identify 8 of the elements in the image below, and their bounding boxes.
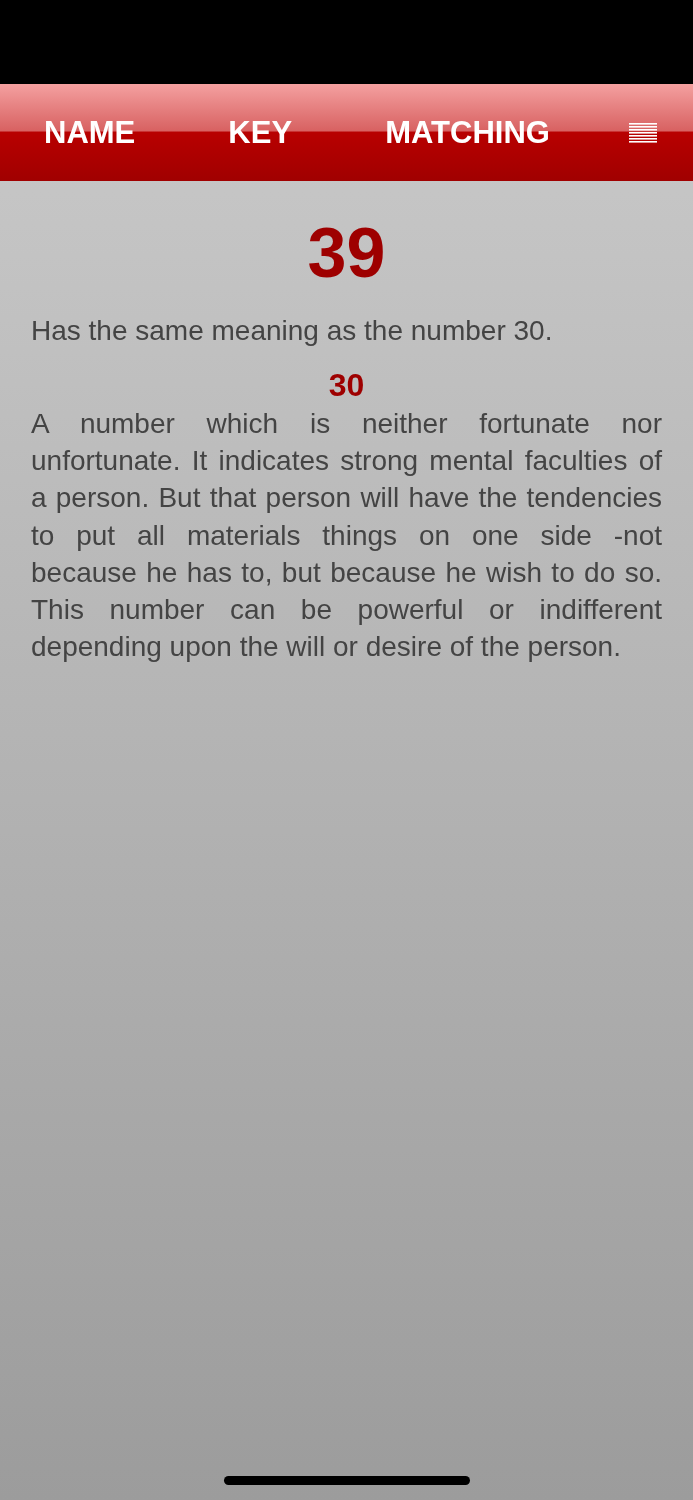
description-text: A number which is neither fortunate nor unfortunate. It indicates strong mental faculties of a person. But that person will have the tendencies to put all materials things on one side -not because he has to, but because he wish to do so. This number can be powerful or indifferent depending upon the will or desire of the person. — [31, 407, 662, 665]
reference-number: 30 — [327, 366, 366, 405]
nav-tab[interactable]: KEY — [214, 110, 307, 155]
summary-text: Has the same meaning as the number 30. — [31, 314, 554, 348]
nav-tab[interactable]: NAME — [30, 110, 150, 155]
number-title: 39 — [306, 213, 387, 294]
menu-icon[interactable] — [629, 122, 657, 143]
nav-tab[interactable]: MATCHING — [371, 110, 564, 155]
